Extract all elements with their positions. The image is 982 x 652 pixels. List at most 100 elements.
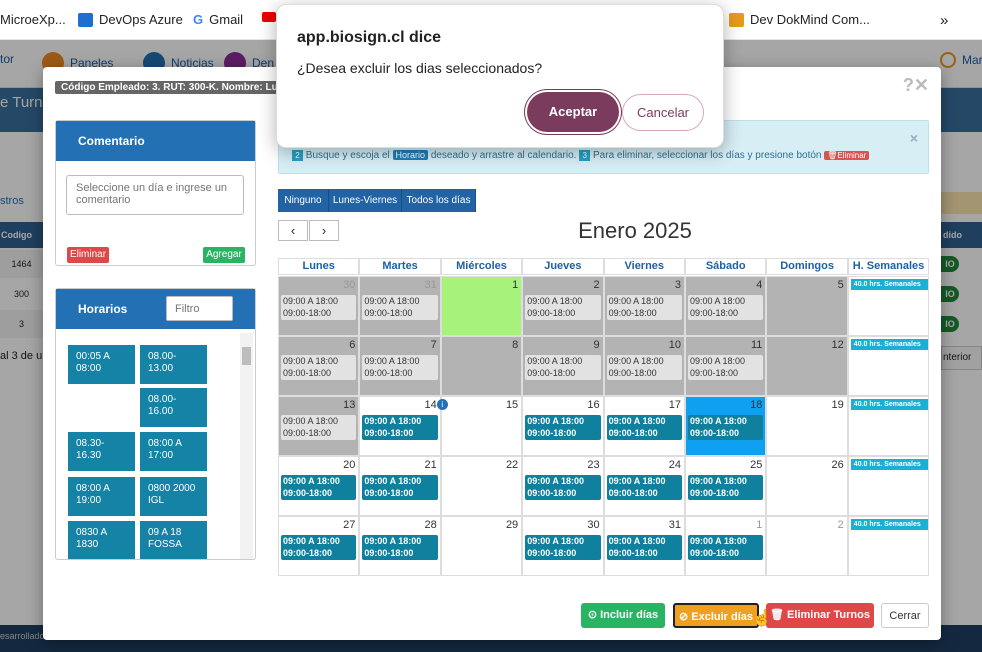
bookmark-dokmind[interactable]: Dev DokMind Com... xyxy=(729,12,870,27)
bookmark-devops[interactable]: DevOps Azure xyxy=(78,12,183,27)
horario-item[interactable]: 08.30-16.30 xyxy=(68,432,135,471)
scrollbar-thumb[interactable] xyxy=(242,347,251,365)
schedule-event[interactable]: 09:00 A 18:00 09:00-18:00 xyxy=(281,535,357,560)
next-month-button[interactable]: › xyxy=(309,220,339,241)
calendar-day[interactable]: 11 09:00 A 18:00 09:00-18:00 xyxy=(685,336,767,396)
horario-item[interactable]: 08:00 A 17:00 xyxy=(140,432,207,471)
calendar-day[interactable]: 18 09:00 A 18:00 09:00-18:00 xyxy=(685,396,767,456)
cancelar-button[interactable]: Cancelar xyxy=(622,94,704,131)
event-line: 09:00-18:00 xyxy=(690,428,740,438)
eliminar-comentario-button[interactable]: Eliminar xyxy=(67,247,109,263)
filter-lunes-viernes[interactable]: Lunes-Viernes xyxy=(329,189,402,212)
schedule-event[interactable]: 09:00 A 18:00 09:00-18:00 xyxy=(606,355,682,380)
schedule-event[interactable]: 09:00 A 18:00 09:00-18:00 xyxy=(688,295,764,320)
schedule-event[interactable]: 09:00 A 18:00 09:00-18:00 xyxy=(606,295,682,320)
schedule-event[interactable]: 09:00 A 18:00 09:00-18:00 xyxy=(606,415,682,440)
event-line: 09:00-18:00 xyxy=(364,428,414,438)
horarios-scrollbar[interactable] xyxy=(240,333,253,559)
schedule-event[interactable]: 09:00 A 18:00 09:00-18:00 xyxy=(281,415,357,440)
calendar-day[interactable]: 6 09:00 A 18:00 09:00-18:00 xyxy=(278,336,360,396)
schedule-event[interactable]: 09:00 A 18:00 09:00-18:00 xyxy=(281,295,357,320)
calendar-day[interactable]: 30 09:00 A 18:00 09:00-18:00 xyxy=(522,516,604,576)
step-3-text: Para eliminar, seleccionar los días y pr… xyxy=(593,150,822,161)
agregar-comentario-button[interactable]: Agregar xyxy=(203,247,245,263)
calendar-day[interactable]: 21 09:00 A 18:00 09:00-18:00 xyxy=(359,456,441,516)
info-icon[interactable]: i xyxy=(436,399,448,410)
calendar-day[interactable]: 26 xyxy=(766,456,848,516)
calendar-day[interactable]: 24 09:00 A 18:00 09:00-18:00 xyxy=(603,456,685,516)
calendar-day[interactable]: 15 xyxy=(440,396,523,456)
calendar-day[interactable]: 17 09:00 A 18:00 09:00-18:00 xyxy=(603,396,685,456)
schedule-event[interactable]: 09:00 A 18:00 09:00-18:00 xyxy=(688,415,764,440)
schedule-event[interactable]: 09:00 A 18:00 09:00-18:00 xyxy=(362,355,438,380)
horario-item[interactable]: 08.00-13.00 xyxy=(140,345,207,384)
schedule-event[interactable]: 09:00 A 18:00 09:00-18:00 xyxy=(525,535,601,560)
calendar-day[interactable]: 22 xyxy=(440,456,523,516)
calendar-day[interactable]: 12 xyxy=(766,336,848,396)
calendar-day[interactable]: 31 09:00 A 18:00 09:00-18:00 xyxy=(359,276,441,336)
bookmark-gmail[interactable]: G Gmail xyxy=(193,12,243,27)
calendar-day[interactable]: 16 09:00 A 18:00 09:00-18:00 xyxy=(522,396,604,456)
calendar-day[interactable]: 2 xyxy=(766,516,848,576)
schedule-event[interactable]: 09:00 A 18:00 09:00-18:00 xyxy=(362,475,438,500)
calendar-day[interactable]: 29 xyxy=(440,516,523,576)
modal-help-close[interactable]: ?✕ xyxy=(903,75,929,96)
bookmark-youtube[interactable] xyxy=(262,12,276,22)
close-icon[interactable]: ✕ xyxy=(914,75,929,95)
schedule-event[interactable]: 09:00 A 18:00 09:00-18:00 xyxy=(606,535,682,560)
calendar-day[interactable]: 3 09:00 A 18:00 09:00-18:00 xyxy=(603,276,685,336)
calendar-day[interactable]: 19 xyxy=(766,396,848,456)
aceptar-button[interactable]: Aceptar xyxy=(527,92,619,132)
schedule-event[interactable]: 09:00 A 18:00 09:00-18:00 xyxy=(525,475,601,500)
comentario-input[interactable] xyxy=(66,175,244,215)
schedule-event[interactable]: 09:00 A 18:00 09:00-18:00 xyxy=(362,415,438,440)
calendar-day[interactable]: 2 09:00 A 18:00 09:00-18:00 xyxy=(522,276,604,336)
schedule-event[interactable]: 09:00 A 18:00 09:00-18:00 xyxy=(362,295,438,320)
schedule-event[interactable]: 09:00 A 18:00 09:00-18:00 xyxy=(688,355,764,380)
calendar-day[interactable]: 13 09:00 A 18:00 09:00-18:00 xyxy=(278,396,360,456)
calendar-day[interactable]: 4 09:00 A 18:00 09:00-18:00 xyxy=(685,276,767,336)
horarios-filter-input[interactable] xyxy=(166,296,233,321)
calendar-day[interactable]: 1 xyxy=(440,276,523,336)
calendar-day[interactable]: 30 09:00 A 18:00 09:00-18:00 xyxy=(278,276,360,336)
calendar-day[interactable]: 1 09:00 A 18:00 09:00-18:00 xyxy=(685,516,767,576)
schedule-event[interactable]: 09:00 A 18:00 09:00-18:00 xyxy=(688,535,764,560)
horario-item[interactable]: 08:00 A 19:00 xyxy=(68,477,135,516)
cerrar-button[interactable]: Cerrar xyxy=(881,603,929,628)
bookmark-microexp[interactable]: MicroeXp... xyxy=(0,12,66,27)
schedule-event[interactable]: 09:00 A 18:00 09:00-18:00 xyxy=(688,475,764,500)
incluir-dias-button[interactable]: ⊙ Incluir días xyxy=(581,603,665,628)
filter-ninguno[interactable]: Ninguno xyxy=(278,189,329,212)
calendar-day[interactable]: 10 09:00 A 18:00 09:00-18:00 xyxy=(603,336,685,396)
horario-item[interactable]: 09 A 18 FOSSA xyxy=(140,521,207,559)
calendar-day[interactable]: 31 09:00 A 18:00 09:00-18:00 xyxy=(603,516,685,576)
schedule-event[interactable]: 09:00 A 18:00 09:00-18:00 xyxy=(525,415,601,440)
schedule-event[interactable]: 09:00 A 18:00 09:00-18:00 xyxy=(281,475,357,500)
bookmarks-more[interactable]: » xyxy=(940,12,948,29)
horario-item[interactable]: 08.00-16.00 xyxy=(140,388,207,427)
calendar-day[interactable]: 8 xyxy=(440,336,523,396)
horario-item[interactable]: 0830 A 1830 xyxy=(68,521,135,559)
schedule-event[interactable]: 09:00 A 18:00 09:00-18:00 xyxy=(281,355,357,380)
schedule-event[interactable]: 09:00 A 18:00 09:00-18:00 xyxy=(606,475,682,500)
eliminar-turnos-button[interactable]: 🗑 Eliminar Turnos xyxy=(766,603,874,628)
schedule-event[interactable]: 09:00 A 18:00 09:00-18:00 xyxy=(525,355,601,380)
prev-month-button[interactable]: ‹ xyxy=(278,220,308,241)
calendar-day[interactable]: 7 09:00 A 18:00 09:00-18:00 xyxy=(359,336,441,396)
horario-item[interactable]: 00:05 A 08:00 xyxy=(68,345,135,384)
calendar-day[interactable]: 20 09:00 A 18:00 09:00-18:00 xyxy=(278,456,360,516)
schedule-event[interactable]: 09:00 A 18:00 09:00-18:00 xyxy=(525,295,601,320)
calendar-day[interactable]: 9 09:00 A 18:00 09:00-18:00 xyxy=(522,336,604,396)
calendar-day[interactable]: 14 i 09:00 A 18:00 09:00-18:00 xyxy=(359,396,448,456)
calendar-day[interactable]: 23 09:00 A 18:00 09:00-18:00 xyxy=(522,456,604,516)
calendar-day[interactable]: 5 xyxy=(766,276,848,336)
schedule-event[interactable]: 09:00 A 18:00 09:00-18:00 xyxy=(362,535,438,560)
horario-item[interactable]: 0800 2000 IGL xyxy=(140,477,207,516)
calendar-day[interactable]: 25 09:00 A 18:00 09:00-18:00 xyxy=(685,456,767,516)
help-icon[interactable]: ? xyxy=(903,75,914,95)
close-icon[interactable]: × xyxy=(910,130,918,146)
filter-todos[interactable]: Todos los días xyxy=(402,189,476,212)
calendar-day[interactable]: 27 09:00 A 18:00 09:00-18:00 xyxy=(278,516,360,576)
excluir-dias-button[interactable]: ⊘ Excluir días xyxy=(673,603,759,628)
calendar-day[interactable]: 28 09:00 A 18:00 09:00-18:00 xyxy=(359,516,441,576)
